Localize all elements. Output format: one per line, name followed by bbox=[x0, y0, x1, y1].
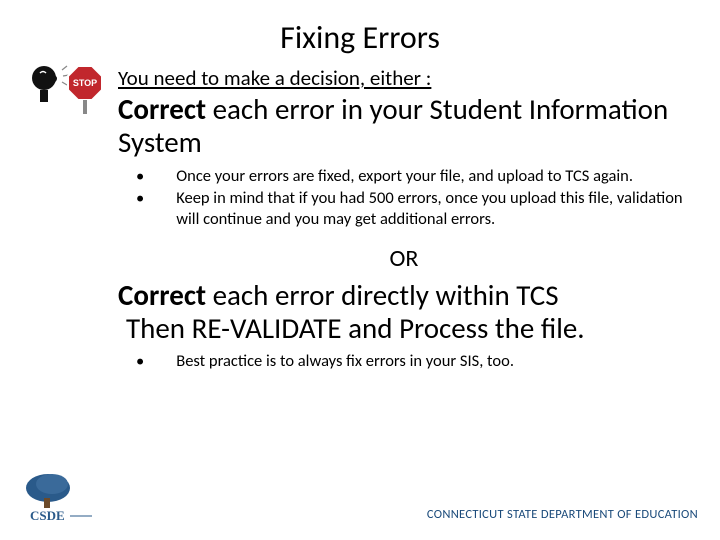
bullet-icon: • bbox=[136, 166, 144, 187]
option2-rest1: each error directly within TCS bbox=[206, 277, 559, 313]
bullet-text: Once your errors are fixed, export your … bbox=[176, 166, 690, 187]
footer-org: CONNECTICUT STATE DEPARTMENT OF EDUCATIO… bbox=[92, 507, 698, 526]
stop-sign-graphic: STOP bbox=[20, 50, 110, 120]
csde-logo: CSDE bbox=[22, 470, 92, 526]
option2-bullets: • Best practice is to always fix errors … bbox=[118, 351, 690, 372]
intro-line: You need to make a decision, either : bbox=[118, 65, 690, 91]
option2-heading: Correct each error directly within TCS T… bbox=[118, 279, 690, 346]
option2-bold: Correct bbox=[118, 277, 206, 313]
svg-text:CSDE: CSDE bbox=[30, 508, 65, 523]
bullet-icon: • bbox=[136, 188, 144, 229]
list-item: • Keep in mind that if you had 500 error… bbox=[136, 188, 690, 229]
option1-bullets: • Once your errors are fixed, export you… bbox=[118, 166, 690, 230]
option1-bold: Correct bbox=[118, 91, 206, 127]
bullet-text: Keep in mind that if you had 500 errors,… bbox=[176, 188, 690, 229]
option1-heading: Correct each error in your Student Infor… bbox=[118, 93, 690, 160]
bullet-icon: • bbox=[136, 351, 144, 372]
footer: CSDE CONNECTICUT STATE DEPARTMENT OF EDU… bbox=[0, 470, 720, 540]
stop-sign-label: STOP bbox=[73, 78, 97, 88]
or-divider: OR bbox=[118, 244, 690, 273]
bullet-text: Best practice is to always fix errors in… bbox=[176, 351, 690, 372]
list-item: • Best practice is to always fix errors … bbox=[136, 351, 690, 372]
option2-rest2: Then RE-VALIDATE and Process the file. bbox=[126, 312, 690, 345]
list-item: • Once your errors are fixed, export you… bbox=[136, 166, 690, 187]
